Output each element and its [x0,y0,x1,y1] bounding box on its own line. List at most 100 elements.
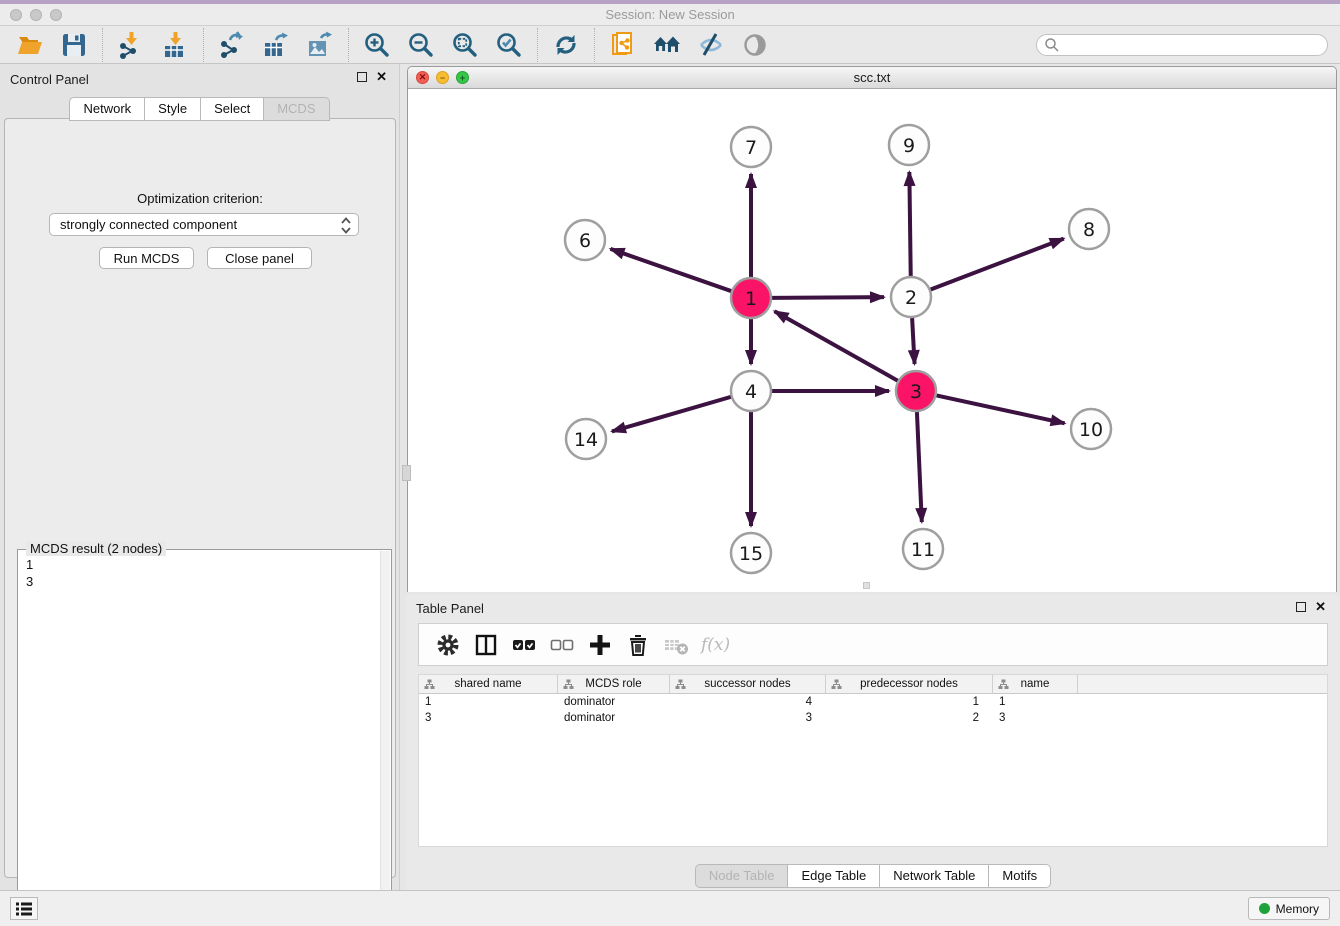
tab-motifs[interactable]: Motifs [989,864,1051,888]
table-options-gear-icon[interactable] [433,630,463,660]
export-network-icon[interactable] [217,30,247,60]
network-graph[interactable]: 7 9 6 8 1 2 4 3 14 10 15 11 [408,89,1336,592]
tab-select[interactable]: Select [201,97,264,121]
export-image-icon[interactable] [305,30,335,60]
graph-node-6[interactable]: 6 [565,220,605,260]
control-panel: Control Panel ✕ NetworkStyleSelectMCDS O… [0,64,400,890]
close-panel-button[interactable]: Close panel [207,247,312,269]
tab-edge-table[interactable]: Edge Table [788,864,880,888]
memory-button[interactable]: Memory [1248,897,1330,920]
mcds-panel: Optimization criterion: strongly connect… [4,118,396,878]
network-window-titlebar[interactable]: ✕ − + scc.txt [408,67,1336,89]
zoom-selected-icon[interactable] [494,30,524,60]
cell-shared-name[interactable]: 1 [419,696,558,708]
edge-1-2[interactable] [772,297,884,298]
float-panel-icon[interactable] [357,72,367,82]
graph-node-10[interactable]: 10 [1071,409,1111,449]
cell-name[interactable]: 3 [993,712,1078,724]
export-table-icon[interactable] [261,30,291,60]
cell-MCDS-role[interactable]: dominator [558,712,670,724]
show-columns-icon[interactable] [471,630,501,660]
canvas-resize-handle[interactable] [863,582,870,589]
graph-node-3[interactable]: 3 [896,371,936,411]
column-header-shared-name[interactable]: shared name [419,675,558,693]
graph-node-4[interactable]: 4 [731,371,771,411]
cell-MCDS-role[interactable]: dominator [558,696,670,708]
tab-node-table[interactable]: Node Table [695,864,789,888]
delete-table-icon[interactable] [661,630,691,660]
cell-shared-name[interactable]: 3 [419,712,558,724]
home-icon[interactable] [652,30,682,60]
edge-3-10[interactable] [937,395,1065,423]
criterion-select[interactable]: strongly connected component [49,213,359,236]
cell-predecessor-nodes[interactable]: 1 [826,696,993,708]
edge-3-1[interactable] [775,311,898,380]
cell-predecessor-nodes[interactable]: 2 [826,712,993,724]
mcds-result-box: MCDS result (2 nodes) 1 3 [17,549,392,923]
zoom-in-icon[interactable] [362,30,392,60]
graph-node-8[interactable]: 8 [1069,209,1109,249]
column-header-MCDS-role[interactable]: MCDS role [558,675,670,693]
close-panel-icon[interactable]: ✕ [376,72,387,82]
svg-text:3: 3 [910,381,922,403]
table-row[interactable]: 3dominator323 [419,710,1327,726]
table-toolbar: f(x) [418,623,1328,666]
show-panel-eye-icon[interactable] [740,30,770,60]
graph-node-14[interactable]: 14 [566,419,606,459]
network-canvas[interactable]: 7 9 6 8 1 2 4 3 14 10 15 11 [408,89,1336,592]
apply-function-fx-icon[interactable]: f(x) [701,635,730,655]
cell-name[interactable]: 1 [993,696,1078,708]
deselect-all-checks-icon[interactable] [547,630,577,660]
edge-2-3[interactable] [912,318,914,364]
edge-4-14[interactable] [612,397,731,432]
tab-style[interactable]: Style [145,97,201,121]
edge-2-8[interactable] [931,239,1064,290]
graph-node-11[interactable]: 11 [903,529,943,569]
apply-layout-icon[interactable] [551,30,581,60]
result-scrollbar[interactable] [380,551,390,915]
graph-node-15[interactable]: 15 [731,533,771,573]
edge-1-6[interactable] [610,249,731,291]
edge-2-9[interactable] [909,172,910,276]
column-header-name[interactable]: name [993,675,1078,693]
network-title: scc.txt [408,70,1336,85]
column-header-predecessor-nodes[interactable]: predecessor nodes [826,675,993,693]
app-titlebar: Session: New Session [0,4,1340,26]
graph-node-7[interactable]: 7 [731,127,771,167]
toolbar-separator [537,28,538,62]
import-network-icon[interactable] [116,30,146,60]
cell-successor-nodes[interactable]: 3 [670,712,826,724]
save-session-icon[interactable] [59,30,89,60]
search-input[interactable] [1036,34,1328,56]
open-folder-icon[interactable] [15,30,45,60]
import-table-icon[interactable] [160,30,190,60]
network-file-icon[interactable] [608,30,638,60]
graph-node-9[interactable]: 9 [889,125,929,165]
hide-panel-eye-icon[interactable] [696,30,726,60]
tab-network-table[interactable]: Network Table [880,864,989,888]
table-rows: 1dominator4113dominator323 [419,694,1327,726]
run-mcds-button[interactable]: Run MCDS [99,247,194,269]
close-table-panel-icon[interactable]: ✕ [1315,602,1326,612]
column-header-successor-nodes[interactable]: successor nodes [670,675,826,693]
app-title: Session: New Session [0,7,1340,22]
add-column-icon[interactable] [585,630,615,660]
mcds-result-title: MCDS result (2 nodes) [26,541,166,556]
zoom-out-icon[interactable] [406,30,436,60]
tab-mcds[interactable]: MCDS [264,97,329,121]
edge-3-11[interactable] [917,412,922,522]
mcds-result-text[interactable]: 1 3 [26,556,33,590]
delete-column-trash-icon[interactable] [623,630,653,660]
cell-successor-nodes[interactable]: 4 [670,696,826,708]
svg-text:6: 6 [579,230,591,252]
panel-divider-grip[interactable] [402,465,411,481]
select-all-checks-icon[interactable] [509,630,539,660]
tab-network[interactable]: Network [69,97,145,121]
node-table[interactable]: shared nameMCDS rolesuccessor nodesprede… [418,674,1328,847]
task-history-button[interactable] [10,897,38,920]
zoom-fit-icon[interactable] [450,30,480,60]
graph-node-1[interactable]: 1 [731,278,771,318]
table-row[interactable]: 1dominator411 [419,694,1327,710]
graph-node-2[interactable]: 2 [891,277,931,317]
float-table-panel-icon[interactable] [1296,602,1306,612]
